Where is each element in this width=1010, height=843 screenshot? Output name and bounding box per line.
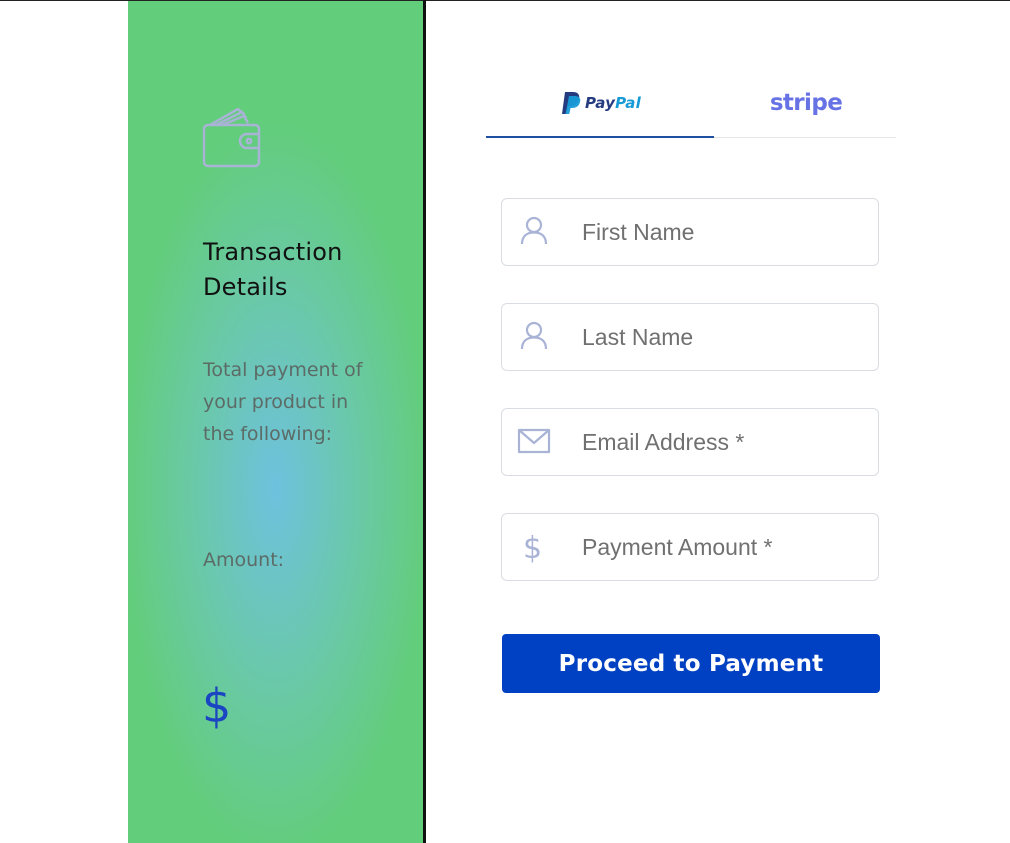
panel-divider: [423, 0, 426, 843]
email-input[interactable]: [582, 409, 872, 475]
paypal-wordmark-pal: Pal: [615, 94, 641, 112]
paypal-logo-icon: [562, 92, 581, 114]
active-tab-indicator: [486, 136, 714, 138]
paypal-wordmark: PayPal: [585, 94, 641, 112]
panel-title: Transaction Details: [203, 238, 343, 301]
first-name-input[interactable]: [582, 199, 872, 265]
panel-description: Total payment of your product in the fol…: [203, 359, 363, 445]
last-name-input[interactable]: [582, 304, 872, 370]
stripe-logo: stripe: [769, 90, 843, 116]
amount-label: Amount:: [203, 549, 285, 571]
svg-text:$: $: [523, 531, 542, 564]
proceed-to-payment-button[interactable]: Proceed to Payment: [502, 634, 880, 693]
dollar-icon: $: [523, 531, 542, 564]
tab-stripe[interactable]: stripe: [714, 70, 896, 136]
email-field[interactable]: [501, 408, 879, 476]
user-icon: [520, 216, 548, 245]
user-icon: [520, 321, 548, 350]
payment-amount-input[interactable]: [582, 514, 872, 580]
last-name-field[interactable]: [501, 303, 879, 371]
paypal-logo: PayPal: [561, 91, 641, 115]
wallet-icon: [202, 107, 261, 168]
envelope-icon: [517, 428, 551, 454]
first-name-field[interactable]: [501, 198, 879, 266]
paypal-wordmark-pay: Pay: [585, 94, 616, 112]
tab-paypal[interactable]: PayPal: [486, 70, 714, 136]
currency-symbol: $: [202, 679, 232, 733]
payment-amount-field[interactable]: $: [501, 513, 879, 581]
